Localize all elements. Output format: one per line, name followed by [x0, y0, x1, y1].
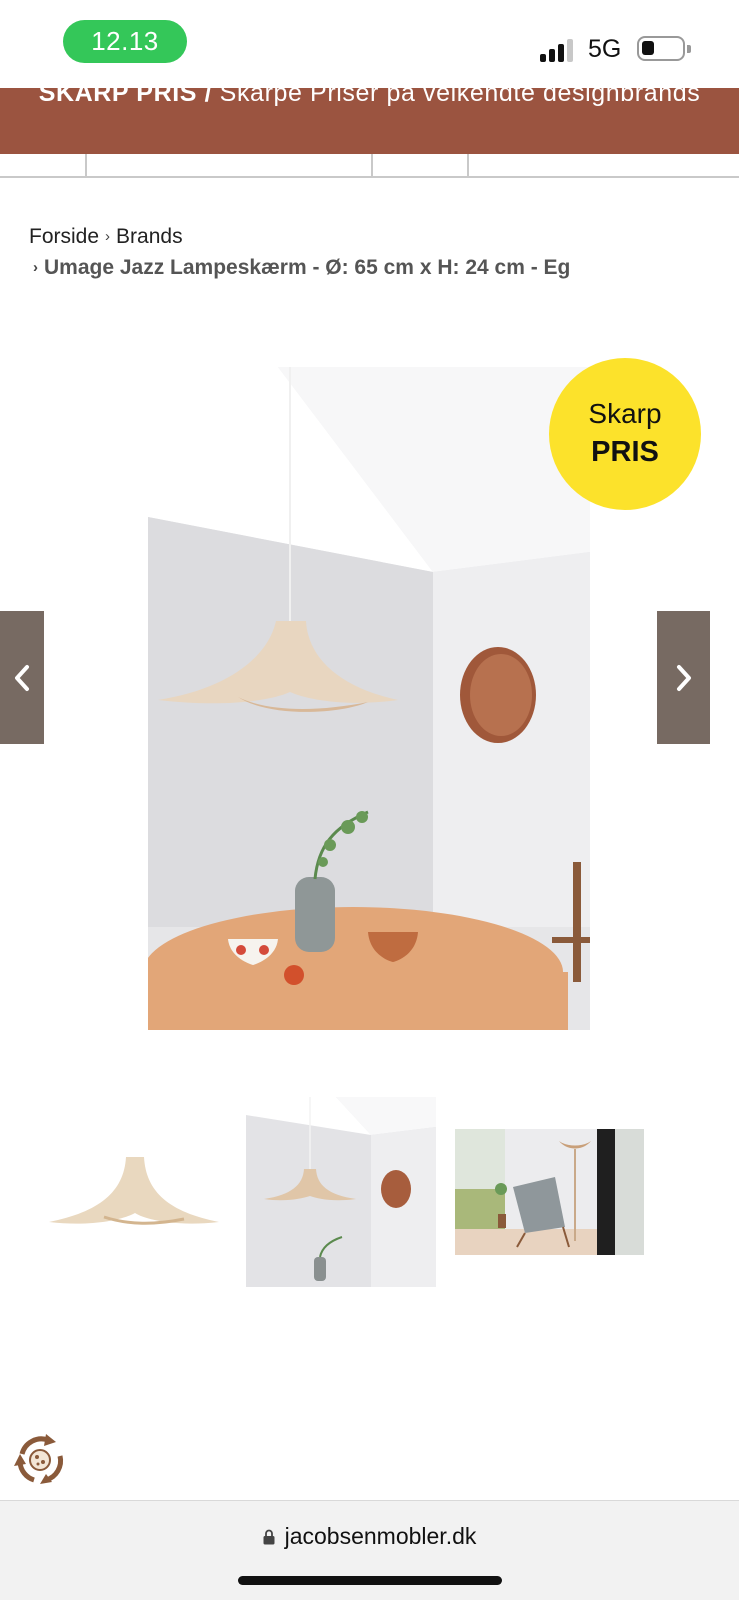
breadcrumb-separator: ›: [105, 228, 111, 245]
gallery-prev-button[interactable]: [0, 611, 44, 744]
promo-banner[interactable]: SKARP PRIS / Skarpe Priser på velkendte …: [0, 88, 739, 154]
price-badge: Skarp PRIS: [549, 358, 701, 510]
breadcrumb-separator: ›: [33, 259, 38, 276]
breadcrumb-home-link[interactable]: Forside: [29, 225, 99, 248]
thumbnail-lamp-room[interactable]: [246, 1097, 436, 1287]
browser-url[interactable]: jacobsenmobler.dk: [285, 1523, 477, 1549]
network-type: 5G: [588, 35, 622, 63]
badge-line-1: Skarp: [588, 398, 662, 429]
product-main-image[interactable]: [148, 367, 590, 1030]
cellular-signal-icon: [540, 38, 576, 62]
chevron-right-icon: [676, 664, 691, 691]
breadcrumb: Forside › Brands › Umage Jazz Lampeskærm - …: [29, 222, 719, 284]
status-bar: 12.13 5G: [0, 0, 739, 88]
chevron-left-icon: [15, 664, 29, 691]
breadcrumb-brands-link[interactable]: Brands: [116, 225, 183, 248]
thumbnail-lamp-livingroom[interactable]: [455, 1129, 644, 1255]
breadcrumb-current-label: Umage Jazz Lampeskærm - Ø: 65 cm x H: 24…: [44, 256, 571, 279]
badge-line-2: PRIS: [591, 436, 659, 468]
thumbnail-lamp-product[interactable]: [44, 1097, 224, 1287]
browser-address-bar[interactable]: jacobsenmobler.dk: [0, 1500, 739, 1600]
home-indicator[interactable]: [238, 1576, 502, 1585]
promo-title: SKARP PRIS /: [38, 88, 213, 107]
cookie-consent-icon[interactable]: [12, 1432, 68, 1488]
status-time: 12.13: [63, 20, 187, 63]
header-nav-strip: [0, 154, 739, 178]
battery-icon: [637, 36, 691, 61]
promo-text: Skarpe Priser på velkendte designbrands: [212, 88, 701, 107]
gallery-next-button[interactable]: [657, 611, 710, 744]
breadcrumb-current: › Umage Jazz Lampeskærm - Ø: 65 cm x H: 2…: [33, 253, 719, 284]
lock-icon: [263, 1529, 275, 1545]
